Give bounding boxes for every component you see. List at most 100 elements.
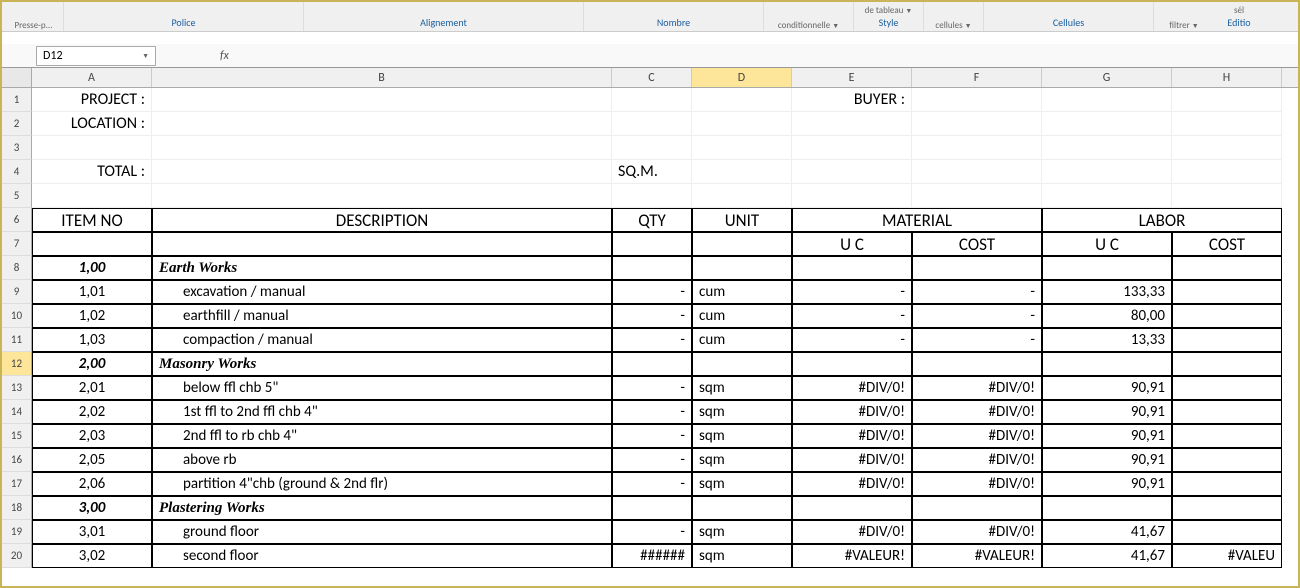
row-header[interactable]: 16: [2, 448, 32, 472]
cell[interactable]: -: [912, 304, 1042, 328]
row-header[interactable]: 2: [2, 112, 32, 136]
row-header[interactable]: 10: [2, 304, 32, 328]
cell[interactable]: [152, 232, 612, 256]
cell[interactable]: -: [792, 304, 912, 328]
ribbon-group-clipboard[interactable]: Presse-p...: [4, 2, 64, 31]
cell[interactable]: [1172, 400, 1282, 424]
cell[interactable]: [912, 88, 1042, 112]
cell[interactable]: [1172, 112, 1282, 136]
cell[interactable]: #DIV/0!: [792, 424, 912, 448]
fx-icon[interactable]: fx: [220, 49, 229, 63]
cell[interactable]: -: [912, 280, 1042, 304]
cell[interactable]: [152, 112, 612, 136]
cell[interactable]: ITEM NO: [32, 208, 152, 232]
spreadsheet-grid[interactable]: A B C D E F G H 1PROJECT :BUYER :2LOCATI…: [2, 68, 1298, 588]
cell[interactable]: [1172, 184, 1282, 208]
cell[interactable]: 90,91: [1042, 424, 1172, 448]
cell[interactable]: 1,00: [32, 256, 152, 280]
cell[interactable]: #VALEUR!: [912, 544, 1042, 568]
col-header-D[interactable]: D: [692, 68, 792, 87]
col-header-A[interactable]: A: [32, 68, 152, 87]
cell[interactable]: [912, 160, 1042, 184]
cell[interactable]: cum: [692, 304, 792, 328]
cell[interactable]: sqm: [692, 544, 792, 568]
row-header[interactable]: 4: [2, 160, 32, 184]
cell[interactable]: [612, 496, 692, 520]
cell[interactable]: sqm: [692, 376, 792, 400]
cell[interactable]: PROJECT :: [32, 88, 152, 112]
cell[interactable]: [1172, 328, 1282, 352]
row-header[interactable]: 6: [2, 208, 32, 232]
cell[interactable]: [692, 184, 792, 208]
cell[interactable]: 1,02: [32, 304, 152, 328]
row-header[interactable]: 11: [2, 328, 32, 352]
cell[interactable]: [152, 136, 612, 160]
ribbon-group-edit[interactable]: sél Editio: [1214, 2, 1264, 31]
row-header[interactable]: 5: [2, 184, 32, 208]
cell[interactable]: 3,02: [32, 544, 152, 568]
cell[interactable]: [912, 496, 1042, 520]
row-header[interactable]: 20: [2, 544, 32, 568]
cell[interactable]: [792, 136, 912, 160]
cell[interactable]: [1172, 424, 1282, 448]
cell[interactable]: below ffl chb 5": [152, 376, 612, 400]
ribbon-group-cells[interactable]: Cellules: [984, 2, 1154, 31]
cell[interactable]: 90,91: [1042, 376, 1172, 400]
ribbon-group-police[interactable]: Police: [64, 2, 304, 31]
ribbon-group-cellstyles[interactable]: cellules▼: [924, 2, 984, 31]
cell[interactable]: sqm: [692, 448, 792, 472]
cell[interactable]: [792, 160, 912, 184]
cell[interactable]: SQ.M.: [612, 160, 692, 184]
cell[interactable]: #DIV/0!: [792, 400, 912, 424]
cell[interactable]: [1172, 496, 1282, 520]
cell[interactable]: 2nd ffl to rb chb 4": [152, 424, 612, 448]
cell[interactable]: 2,03: [32, 424, 152, 448]
row-header[interactable]: 17: [2, 472, 32, 496]
cell[interactable]: 2,05: [32, 448, 152, 472]
select-all-corner[interactable]: [2, 68, 32, 87]
cell[interactable]: -: [612, 280, 692, 304]
cell[interactable]: [692, 352, 792, 376]
cell[interactable]: 2,06: [32, 472, 152, 496]
row-header[interactable]: 12: [2, 352, 32, 376]
cell[interactable]: 1st ffl to 2nd ffl chb 4": [152, 400, 612, 424]
cell[interactable]: 133,33: [1042, 280, 1172, 304]
cell[interactable]: 80,00: [1042, 304, 1172, 328]
cell[interactable]: #DIV/0!: [792, 448, 912, 472]
cell[interactable]: U C: [1042, 232, 1172, 256]
cell[interactable]: #DIV/0!: [792, 376, 912, 400]
cell[interactable]: 3,01: [32, 520, 152, 544]
cell[interactable]: ######: [612, 544, 692, 568]
cell[interactable]: -: [612, 304, 692, 328]
cell[interactable]: sqm: [692, 424, 792, 448]
cell[interactable]: [792, 112, 912, 136]
cell[interactable]: COST: [1172, 232, 1282, 256]
cell[interactable]: 2,02: [32, 400, 152, 424]
cell[interactable]: [792, 184, 912, 208]
cell[interactable]: -: [612, 328, 692, 352]
row-header[interactable]: 9: [2, 280, 32, 304]
cell[interactable]: [792, 256, 912, 280]
cell[interactable]: -: [912, 328, 1042, 352]
row-header[interactable]: 18: [2, 496, 32, 520]
cell[interactable]: -: [612, 376, 692, 400]
cell[interactable]: [612, 352, 692, 376]
cell[interactable]: -: [612, 424, 692, 448]
cell[interactable]: -: [792, 328, 912, 352]
cell[interactable]: Masonry Works: [152, 352, 612, 376]
cell[interactable]: #DIV/0!: [912, 424, 1042, 448]
cell[interactable]: #DIV/0!: [912, 520, 1042, 544]
cell[interactable]: 90,91: [1042, 448, 1172, 472]
cell[interactable]: #DIV/0!: [912, 448, 1042, 472]
cell[interactable]: sqm: [692, 520, 792, 544]
cell[interactable]: [792, 496, 912, 520]
cell[interactable]: [1172, 520, 1282, 544]
cell[interactable]: [32, 232, 152, 256]
cell[interactable]: DESCRIPTION: [152, 208, 612, 232]
name-box[interactable]: D12 ▼: [36, 46, 156, 66]
cell[interactable]: [612, 184, 692, 208]
cell[interactable]: sqm: [692, 472, 792, 496]
cell[interactable]: compaction / manual: [152, 328, 612, 352]
cell[interactable]: -: [612, 472, 692, 496]
cell[interactable]: [912, 184, 1042, 208]
